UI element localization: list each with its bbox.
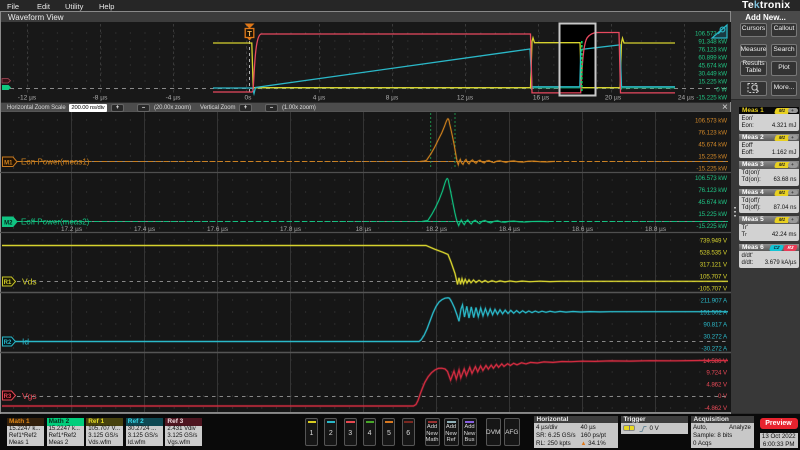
svg-text:-30.272 A: -30.272 A [701, 346, 728, 353]
svg-text:91.348 kW: 91.348 kW [698, 39, 727, 46]
svg-text:17.6 µs: 17.6 µs [207, 226, 228, 233]
svg-text:-8 µs: -8 µs [93, 95, 108, 102]
svg-text:528.535 V: 528.535 V [700, 250, 728, 257]
svg-text:15.225 kW: 15.225 kW [698, 79, 727, 86]
svg-text:0s: 0s [245, 95, 253, 102]
svg-text:20 µs: 20 µs [605, 95, 622, 102]
svg-text:17.2 µs: 17.2 µs [61, 226, 82, 233]
svg-text:R2: R2 [4, 340, 12, 346]
svg-text:24 µs: 24 µs [678, 95, 695, 102]
svg-text:R1: R1 [4, 280, 12, 286]
svg-text:0 W: 0 W [716, 87, 727, 94]
svg-text:106.573 kW: 106.573 kW [695, 118, 727, 125]
svg-text:17.4 µs: 17.4 µs [134, 226, 155, 233]
svg-text:-4.862 V: -4.862 V [704, 405, 728, 412]
svg-text:90.817 A: 90.817 A [703, 322, 728, 329]
svg-text:8 µs: 8 µs [386, 95, 399, 102]
svg-text:-12 µs: -12 µs [18, 95, 37, 102]
svg-text:16 µs: 16 µs [533, 95, 550, 102]
svg-text:76.123 kW: 76.123 kW [698, 47, 727, 54]
svg-text:R3: R3 [4, 394, 12, 400]
svg-text:M2: M2 [4, 220, 13, 226]
svg-text:106.573 kW: 106.573 kW [695, 175, 727, 182]
svg-text:-4 µs: -4 µs [166, 95, 181, 102]
svg-text:Vgs: Vgs [22, 391, 37, 401]
svg-text:4 µs: 4 µs [313, 95, 326, 102]
svg-text:18 µs: 18 µs [356, 226, 372, 233]
svg-text:317.121 V: 317.121 V [700, 262, 728, 269]
svg-text:30.449 kW: 30.449 kW [698, 71, 727, 78]
svg-text:45.674 kW: 45.674 kW [698, 142, 727, 149]
svg-text:45.674 kW: 45.674 kW [698, 199, 727, 206]
svg-text:18.4 µs: 18.4 µs [499, 226, 520, 233]
svg-text:-15.225 kW: -15.225 kW [696, 223, 727, 230]
svg-text:18.8 µs: 18.8 µs [645, 226, 666, 233]
svg-text:12 µs: 12 µs [457, 95, 474, 102]
svg-text:-15.225 kW: -15.225 kW [696, 95, 727, 102]
svg-text:30.272 A: 30.272 A [703, 334, 728, 341]
svg-text:17.8 µs: 17.8 µs [280, 226, 301, 233]
svg-text:211.907 A: 211.907 A [700, 298, 727, 305]
svg-text:15.225 kW: 15.225 kW [698, 211, 727, 218]
svg-text:105.707 V: 105.707 V [700, 274, 728, 281]
svg-text:60.899 kW: 60.899 kW [698, 55, 727, 62]
svg-text:-15.225 kW: -15.225 kW [696, 166, 727, 173]
svg-text:76.123 kW: 76.123 kW [698, 130, 727, 137]
svg-text:18.6 µs: 18.6 µs [572, 226, 593, 233]
svg-text:T: T [247, 29, 252, 38]
svg-text:18.2 µs: 18.2 µs [426, 226, 447, 233]
svg-text:4.862 V: 4.862 V [706, 381, 728, 388]
svg-text:45.674 kW: 45.674 kW [698, 63, 727, 70]
svg-text:-105.707 V: -105.707 V [698, 286, 728, 293]
svg-text:739.949 V: 739.949 V [700, 238, 728, 245]
svg-text:9.724 V: 9.724 V [706, 370, 728, 377]
svg-text:76.123 kW: 76.123 kW [698, 187, 727, 194]
svg-text:M1: M1 [4, 160, 13, 166]
svg-text:15.225 kW: 15.225 kW [698, 154, 727, 161]
